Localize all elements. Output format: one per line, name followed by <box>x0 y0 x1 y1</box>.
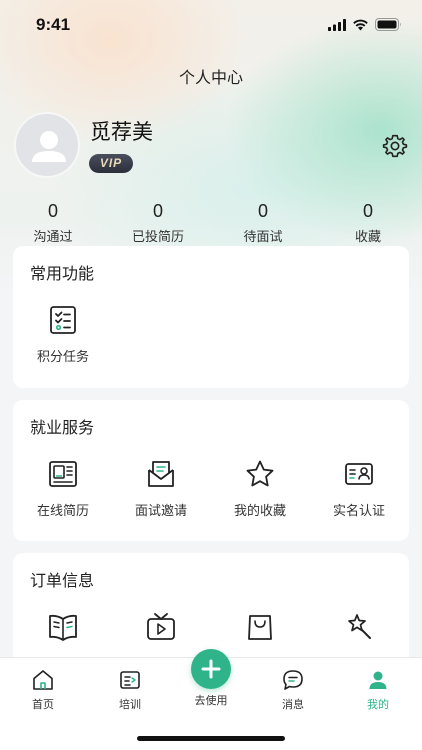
real-name-auth-item[interactable]: 实名认证 <box>310 458 408 519</box>
status-time: 9:41 <box>36 15 71 34</box>
stat-applied-resumes[interactable]: 0 已投简历 <box>113 200 203 245</box>
points-task-icon <box>50 306 76 334</box>
user-name: 觅荐美 <box>90 120 153 144</box>
battery-icon <box>375 18 401 31</box>
stat-value: 0 <box>257 201 268 221</box>
default-avatar-icon <box>32 131 66 162</box>
tab-label: 我的 <box>367 698 389 711</box>
tab-home[interactable]: 首页 <box>1 668 85 712</box>
tab-label: 消息 <box>282 698 304 711</box>
item-label: 实名认证 <box>332 504 385 519</box>
stat-value: 0 <box>47 201 58 221</box>
online-resume-item[interactable]: 在线简历 <box>14 458 112 519</box>
card-title: 就业服务 <box>30 418 95 437</box>
stat-label: 已投简历 <box>131 230 184 245</box>
order-item-book[interactable] <box>14 611 112 643</box>
settings-gear-icon[interactable] <box>382 133 408 159</box>
tab-label: 首页 <box>32 698 54 711</box>
stats-row: 0 沟通过 0 已投简历 0 待面试 0 收藏 <box>0 200 422 246</box>
item-label: 积分任务 <box>36 350 89 365</box>
shopping-bag-icon <box>248 615 272 640</box>
id-card-icon <box>345 463 373 485</box>
page-title: 个人中心 <box>178 68 243 87</box>
my-favorites-item[interactable]: 我的收藏 <box>211 458 309 519</box>
stat-favorites[interactable]: 0 收藏 <box>323 200 413 245</box>
stat-pending-interviews[interactable]: 0 待面试 <box>218 200 308 245</box>
stat-label: 沟通过 <box>33 230 73 245</box>
go-use-button[interactable] <box>191 649 231 689</box>
order-item-magic[interactable] <box>310 611 408 643</box>
card-title: 常用功能 <box>30 264 95 283</box>
signal-icon <box>328 18 346 31</box>
stat-label: 待面试 <box>243 230 283 245</box>
employment-services-card: 就业服务 在线简历 面试邀请 我的收藏 实名认证 <box>13 400 409 541</box>
resume-icon <box>49 461 77 487</box>
tab-messages[interactable]: 消息 <box>251 668 335 712</box>
order-item-shopping[interactable] <box>211 611 309 643</box>
wifi-icon <box>353 19 368 30</box>
tab-label: 培训 <box>119 698 141 711</box>
interview-invite-icon <box>148 461 174 487</box>
stat-value: 0 <box>362 201 373 221</box>
item-label: 我的收藏 <box>233 504 286 519</box>
message-icon <box>283 670 303 690</box>
status-icons <box>328 18 402 31</box>
stat-value: 0 <box>152 201 163 221</box>
item-label: 在线简历 <box>36 504 89 519</box>
stat-communicated[interactable]: 0 沟通过 <box>8 200 98 245</box>
book-icon <box>49 614 77 641</box>
status-bar: 9:41 <box>0 0 422 50</box>
training-icon <box>120 671 140 689</box>
go-use-label: 去使用 <box>194 694 228 707</box>
points-task-item[interactable]: 积分任务 <box>14 304 112 365</box>
home-icon <box>33 670 53 690</box>
tv-play-icon <box>147 613 175 640</box>
item-label: 面试邀请 <box>134 504 187 519</box>
profile-screen: 9:41 个人中心 觅荐美 VIP 0 沟通过 0 已投简历 0 待面试 0 收… <box>0 0 422 750</box>
star-icon <box>246 460 274 487</box>
vip-badge: VIP <box>89 154 133 173</box>
common-functions-card: 常用功能 积分任务 <box>13 246 409 388</box>
card-title: 订单信息 <box>30 571 95 590</box>
order-item-video[interactable] <box>112 611 210 643</box>
home-indicator <box>137 736 285 741</box>
tab-mine[interactable]: 我的 <box>336 668 420 712</box>
tab-training[interactable]: 培训 <box>88 668 172 712</box>
plus-icon <box>201 659 221 679</box>
stat-label: 收藏 <box>354 230 381 245</box>
magic-wand-icon <box>348 614 371 639</box>
avatar[interactable] <box>14 112 80 178</box>
user-icon <box>369 671 387 689</box>
interview-invite-item[interactable]: 面试邀请 <box>112 458 210 519</box>
